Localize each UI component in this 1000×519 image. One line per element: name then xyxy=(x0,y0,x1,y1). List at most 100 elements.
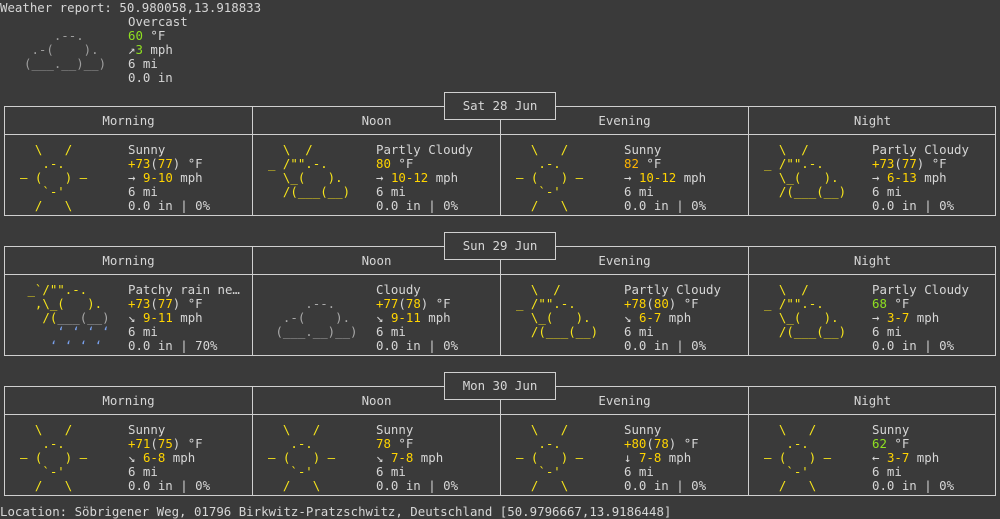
wind-arrow-icon: ↘ xyxy=(376,451,384,465)
period-precipitation: 0.0 in | 0% xyxy=(872,339,955,353)
sun-icon: \ / .-. ― ( ) ― `-' / \ xyxy=(516,422,584,493)
wind-arrow-icon: → xyxy=(872,171,880,185)
partly-cloudy-icon: \ / _ /"".-. \_( ). /(___(__) xyxy=(764,142,847,199)
period-temperature: 82 °F xyxy=(624,157,748,171)
period-cell: \ / .-. ― ( ) ― `-' / \ Sunny 62 °F ← 3-7 m… xyxy=(749,423,996,493)
wind-unit: mph xyxy=(916,171,947,185)
period-label: Night xyxy=(853,113,892,128)
period-wind: ↘ 9-11 mph xyxy=(128,311,252,325)
temp-main: +73 xyxy=(128,297,151,311)
period-temperature: 68 °F xyxy=(872,297,996,311)
period-visibility: 6 mi xyxy=(872,465,902,479)
wind-arrow-icon: ↓ xyxy=(624,451,632,465)
current-temp-value: 60 xyxy=(128,28,143,43)
period-cell: \ / _ /"".-. \_( ). /(___(__) Partly Clou… xyxy=(253,143,500,213)
day-grid: Morning Noon Evening Night _`/"".-. ,\_( ).… xyxy=(4,246,996,356)
temp-unit: °F xyxy=(676,437,699,451)
period-precipitation: 0.0 in | 0% xyxy=(376,199,459,213)
temp-unit: °F xyxy=(180,437,203,451)
period-temperature: +78(80) °F xyxy=(624,297,699,311)
temp-main: +80 xyxy=(624,437,647,451)
wind-unit: mph xyxy=(172,311,203,325)
temp-main: +73 xyxy=(872,157,895,171)
period-wind: → 6-13 mph xyxy=(872,171,996,185)
period-cell: \ / .-. ― ( ) ― `-' / \ Sunny +80(78) °F ↓ … xyxy=(501,423,748,493)
temp-feels: 80 xyxy=(653,297,669,311)
period-visibility: 6 mi xyxy=(376,325,406,339)
period-temperature: +73(77) °F xyxy=(872,157,947,171)
period-info: Partly Cloudy +73(77) °F → 6-13 mph 6 mi 0.0… xyxy=(872,143,996,213)
current-condition: Overcast xyxy=(128,14,188,29)
period-wind: ↘ 6-8 mph xyxy=(128,451,252,465)
period-visibility: 6 mi xyxy=(128,325,158,339)
wind-arrow-icon: ↘ xyxy=(128,311,136,325)
wind-unit: mph xyxy=(172,171,203,185)
cloud-icon: .--. .-( ). (___.__)__) xyxy=(24,28,107,71)
wind-range: 7-8 xyxy=(390,451,414,465)
period-precipitation: 0.0 in | 0% xyxy=(376,339,459,353)
sun-icon: \ / .-. ― ( ) ― `-' / \ xyxy=(20,422,88,493)
period-condition: Patchy rain ne… xyxy=(128,283,240,297)
period-wind: ← 3-7 mph xyxy=(872,451,996,465)
period-wind: ↘ 7-8 mph xyxy=(376,451,500,465)
current-precipitation: 0.0 in xyxy=(128,70,173,85)
temp-unit: °F xyxy=(428,297,451,311)
wind-range: 6-13 xyxy=(886,171,917,185)
period-temperature: 62 °F xyxy=(872,437,996,451)
period-info: Partly Cloudy 80 °F → 10-12 mph 6 mi 0.0 in … xyxy=(376,143,500,213)
current-temp-unit: °F xyxy=(142,28,166,43)
wind-range: 3-7 xyxy=(886,451,910,465)
period-precipitation: 0.0 in | 70% xyxy=(128,339,218,353)
period-cell: \ / _ /"".-. \_( ). /(___(__) Partly Clou… xyxy=(749,283,996,353)
sun-icon: \ / .-. ― ( ) ― `-' / \ xyxy=(516,142,584,213)
period-visibility: 6 mi xyxy=(872,185,902,199)
wind-arrow-icon: ← xyxy=(872,451,880,465)
temp-main: 78 xyxy=(376,437,391,451)
period-temperature: +71(75) °F xyxy=(128,437,203,451)
period-precipitation: 0.0 in | 0% xyxy=(624,339,707,353)
wind-unit: mph xyxy=(676,171,707,185)
date-badge: Sun 29 Jun xyxy=(444,232,556,260)
period-info: Partly Cloudy +78(80) °F ↘ 6-7 mph 6 mi 0.0 … xyxy=(624,283,748,353)
period-cell: \ / .-. ― ( ) ― `-' / \ Sunny 78 °F ↘ 7-8 m… xyxy=(253,423,500,493)
date-badge: Sat 28 Jun xyxy=(444,92,556,120)
period-label: Night xyxy=(853,253,892,268)
temp-unit: °F xyxy=(924,157,947,171)
temp-feels: 75 xyxy=(157,437,173,451)
period-visibility: 6 mi xyxy=(376,185,406,199)
period-condition: Sunny xyxy=(376,423,414,437)
period-cell: \ / .-. ― ( ) ― `-' / \ Sunny +73(77) °F → … xyxy=(5,143,252,213)
temp-main: 82 xyxy=(624,157,639,171)
wind-range: 9-10 xyxy=(142,171,173,185)
wind-arrow-icon: ↘ xyxy=(624,311,632,325)
rain-icon: _`/"".-. ,\_( ). /(___(__) ‘ ‘ ‘ ‘ ‘ ‘ ‘… xyxy=(27,282,110,353)
date-badge: Mon 30 Jun xyxy=(444,372,556,400)
temp-feels: 77 xyxy=(157,157,173,171)
period-visibility: 6 mi xyxy=(624,465,654,479)
temp-unit: °F xyxy=(886,437,910,451)
period-condition: Partly Cloudy xyxy=(872,283,969,297)
temp-main: +77 xyxy=(376,297,399,311)
current-wind: ↗3 mph xyxy=(128,43,188,57)
wind-unit: mph xyxy=(909,311,940,325)
wind-range: 10-12 xyxy=(390,171,429,185)
period-precipitation: 0.0 in | 0% xyxy=(376,479,459,493)
period-cell: \ / _ /"".-. \_( ). /(___(__) Partly Clou… xyxy=(749,143,996,213)
temp-main: 62 xyxy=(872,437,887,451)
period-wind: → 3-7 mph xyxy=(872,311,996,325)
temp-main: +78 xyxy=(624,297,647,311)
sun-icon: \ / .-. ― ( ) ― `-' / \ xyxy=(20,142,88,213)
period-info: Sunny 82 °F → 10-12 mph 6 mi 0.0 in | 0% xyxy=(624,143,748,213)
period-precipitation: 0.0 in | 0% xyxy=(128,479,211,493)
temp-feels: 78 xyxy=(405,297,421,311)
temp-main: +73 xyxy=(128,157,151,171)
period-condition: Partly Cloudy xyxy=(872,143,969,157)
period-visibility: 6 mi xyxy=(128,185,158,199)
period-condition: Partly Cloudy xyxy=(624,283,721,297)
period-visibility: 6 mi xyxy=(624,325,654,339)
period-wind: → 10-12 mph xyxy=(624,171,748,185)
period-precipitation: 0.0 in | 0% xyxy=(624,479,707,493)
period-condition: Partly Cloudy xyxy=(376,143,473,157)
wind-arrow-icon: → xyxy=(624,171,632,185)
period-label: Night xyxy=(853,393,892,408)
